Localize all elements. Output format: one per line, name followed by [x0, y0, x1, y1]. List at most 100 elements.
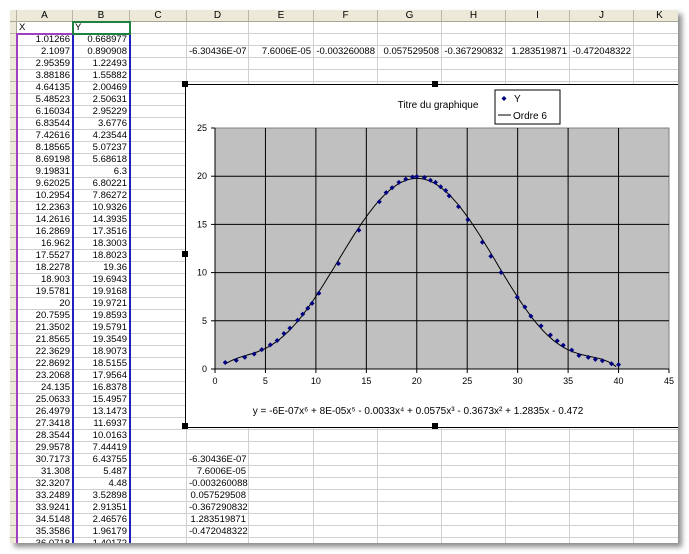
cell-value[interactable]: 1.283519871 — [506, 46, 570, 58]
resize-handle[interactable] — [432, 423, 438, 429]
cell[interactable] — [130, 106, 187, 118]
row-header[interactable] — [10, 214, 17, 226]
cell[interactable] — [187, 22, 249, 34]
cell[interactable] — [249, 34, 314, 46]
cell[interactable] — [378, 454, 442, 466]
cell-value[interactable]: 31.308 — [17, 466, 73, 478]
cell[interactable] — [634, 538, 678, 543]
cell[interactable] — [314, 22, 378, 34]
column-header-f[interactable]: F — [314, 10, 378, 22]
cell[interactable] — [378, 478, 442, 490]
cell-value[interactable]: 18.8023 — [73, 250, 130, 262]
cell-value[interactable]: 5.48523 — [17, 94, 73, 106]
row-header[interactable] — [10, 130, 17, 142]
resize-handle[interactable] — [432, 81, 438, 87]
row-header[interactable] — [10, 178, 17, 190]
cell-value[interactable]: 20.7595 — [17, 310, 73, 322]
cell[interactable] — [314, 502, 378, 514]
cell[interactable] — [130, 454, 187, 466]
cell[interactable] — [378, 430, 442, 442]
cell[interactable] — [378, 526, 442, 538]
cell-value[interactable]: 0.668977 — [73, 34, 130, 46]
cell-value[interactable]: 16.8378 — [73, 382, 130, 394]
chart-object[interactable]: 0 5 10 15 20 25 30 35 40 45 0 5 10 15 20 25 Titre du gra… — [182, 81, 678, 429]
cell[interactable] — [442, 526, 506, 538]
cell[interactable] — [130, 274, 187, 286]
cell[interactable] — [634, 22, 678, 34]
cell[interactable] — [570, 526, 634, 538]
cell[interactable] — [130, 442, 187, 454]
cell[interactable] — [130, 334, 187, 346]
row-header[interactable] — [10, 34, 17, 46]
cell[interactable] — [249, 70, 314, 82]
row-header[interactable] — [10, 442, 17, 454]
cell[interactable] — [378, 34, 442, 46]
row-header[interactable] — [10, 346, 17, 358]
cell[interactable] — [130, 502, 187, 514]
cell-value[interactable]: 25.0633 — [17, 394, 73, 406]
row-header[interactable] — [10, 466, 17, 478]
cell[interactable] — [570, 58, 634, 70]
cell[interactable] — [570, 502, 634, 514]
cell[interactable] — [506, 22, 570, 34]
cell-value[interactable]: 23.2068 — [17, 370, 73, 382]
cell[interactable] — [130, 394, 187, 406]
cell[interactable] — [442, 70, 506, 82]
cell-value[interactable]: -0.003260088 — [314, 46, 378, 58]
cell[interactable] — [314, 514, 378, 526]
column-header-i[interactable]: I — [506, 10, 570, 22]
row-header[interactable] — [10, 406, 17, 418]
cell-value[interactable]: 20 — [17, 298, 73, 310]
cell[interactable] — [130, 478, 187, 490]
row-header[interactable] — [10, 22, 17, 34]
cell-value[interactable]: 12.2363 — [17, 202, 73, 214]
row-header[interactable] — [10, 142, 17, 154]
cell-value[interactable]: 19.6943 — [73, 274, 130, 286]
cell[interactable] — [378, 538, 442, 543]
row-header[interactable] — [10, 526, 17, 538]
cell[interactable] — [130, 130, 187, 142]
column-header-b[interactable]: B — [73, 10, 130, 22]
cell[interactable] — [249, 22, 314, 34]
cell[interactable] — [130, 370, 187, 382]
cell-value[interactable]: 5.487 — [73, 466, 130, 478]
cell[interactable] — [314, 478, 378, 490]
cell-value[interactable]: 2.1097 — [17, 46, 73, 58]
cell-value[interactable]: 10.0163 — [73, 430, 130, 442]
row-header[interactable] — [10, 394, 17, 406]
cell-value[interactable]: 18.5155 — [73, 358, 130, 370]
cell[interactable] — [249, 502, 314, 514]
cell-value[interactable]: 1.96179 — [73, 526, 130, 538]
cell-value[interactable]: -0.472048322 — [187, 526, 249, 538]
cell-value[interactable]: 17.3516 — [73, 226, 130, 238]
cell[interactable] — [634, 442, 678, 454]
cell[interactable] — [506, 430, 570, 442]
cell-value[interactable]: 29.9578 — [17, 442, 73, 454]
row-header[interactable] — [10, 202, 17, 214]
cell[interactable] — [130, 286, 187, 298]
cell-value[interactable]: -0.003260088 — [187, 478, 249, 490]
cell-value[interactable]: 2.50631 — [73, 94, 130, 106]
column-header-d[interactable]: D — [187, 10, 249, 22]
cell[interactable] — [506, 514, 570, 526]
cell[interactable] — [314, 58, 378, 70]
row-header[interactable] — [10, 82, 17, 94]
cell-value[interactable]: 24.135 — [17, 382, 73, 394]
cell-value[interactable]: 19.36 — [73, 262, 130, 274]
cell[interactable] — [130, 526, 187, 538]
cell[interactable] — [130, 430, 187, 442]
cell[interactable] — [130, 178, 187, 190]
cell[interactable] — [378, 58, 442, 70]
cell-value[interactable]: 21.8565 — [17, 334, 73, 346]
cell-value[interactable]: 6.80221 — [73, 178, 130, 190]
cell[interactable] — [442, 442, 506, 454]
cell[interactable] — [506, 70, 570, 82]
cell[interactable] — [506, 502, 570, 514]
cell-value[interactable]: 33.2489 — [17, 490, 73, 502]
cell[interactable] — [130, 238, 187, 250]
cell[interactable] — [130, 22, 187, 34]
cell[interactable] — [634, 478, 678, 490]
row-header[interactable] — [10, 322, 17, 334]
cell[interactable] — [442, 502, 506, 514]
cell-value[interactable]: 30.7173 — [17, 454, 73, 466]
